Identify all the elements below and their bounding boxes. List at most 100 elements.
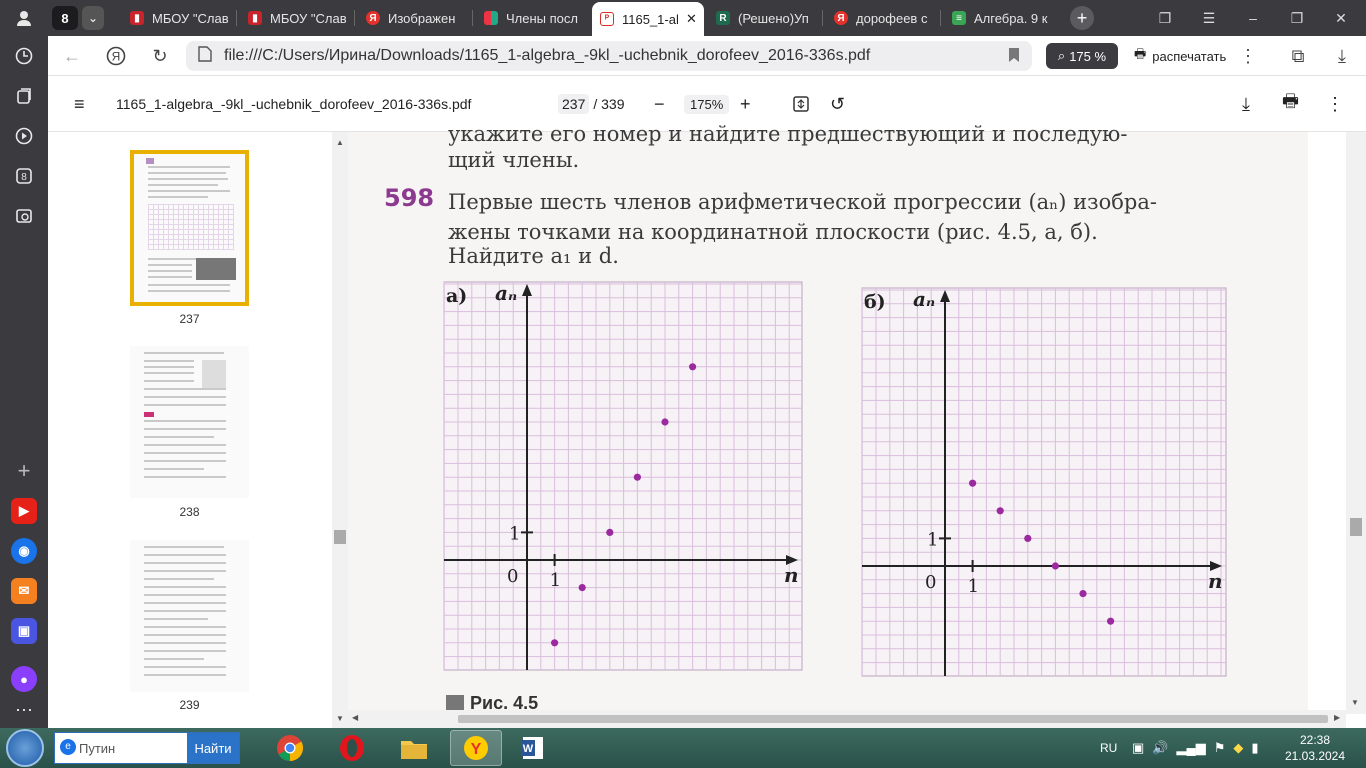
- volume-icon[interactable]: 🔊: [1152, 740, 1168, 756]
- data-point: [996, 507, 1004, 515]
- tab-label: дорофеев с: [856, 10, 928, 26]
- figure-marker-icon: [446, 695, 464, 711]
- tab-label: Алгебра. 9 к: [974, 10, 1048, 26]
- menu-icon[interactable]: ☰: [1196, 6, 1222, 30]
- print-label: распечатать: [1152, 48, 1227, 64]
- url-text: file:///C:/Users/Ирина/Downloads/1165_1-…: [224, 47, 871, 64]
- badge-8-icon[interactable]: 8: [8, 160, 40, 192]
- profile-icon[interactable]: [8, 2, 40, 34]
- svg-text:W: W: [523, 743, 534, 755]
- new-tab-button[interactable]: +: [1070, 6, 1094, 30]
- data-point: [551, 639, 559, 647]
- tab-count-badge[interactable]: 8: [52, 6, 78, 30]
- reload-icon[interactable]: ↻: [146, 42, 174, 70]
- page-text-line: щий члены.: [448, 148, 580, 172]
- bookmark-icon[interactable]: [1008, 47, 1020, 68]
- clock-date: 21.03.2024: [1284, 749, 1346, 763]
- data-point: [689, 363, 697, 371]
- flag-icon[interactable]: ⚑: [1214, 740, 1226, 756]
- horizontal-scrollbar[interactable]: ◀ ▶: [348, 710, 1346, 728]
- taskbar-search[interactable]: e Путин Найти: [54, 732, 240, 764]
- network-icon[interactable]: ◆: [1233, 740, 1243, 756]
- printer-icon: 🖶: [1134, 46, 1147, 61]
- pdf-more-icon[interactable]: ⋮: [1326, 76, 1344, 132]
- chrome-icon[interactable]: [264, 730, 316, 766]
- signal-icon[interactable]: ▂▄▆: [1176, 740, 1205, 756]
- system-clock[interactable]: 22:38 21.03.2024: [1280, 732, 1350, 764]
- yandex-browser-icon[interactable]: Y: [450, 730, 502, 766]
- mail-icon[interactable]: ✉: [11, 578, 37, 604]
- problem-number: 598: [384, 184, 435, 212]
- tab-mbou-1[interactable]: ▮ МБОУ "Слав: [122, 4, 234, 32]
- browser-app-icon[interactable]: ◉: [11, 538, 37, 564]
- problem-text-line: Найдите a₁ и d.: [448, 244, 619, 268]
- zoom-input[interactable]: 175%: [684, 94, 730, 114]
- book-icon: ≡: [952, 11, 966, 25]
- tab-solved[interactable]: R (Решено)Уп: [708, 4, 820, 32]
- more-icon[interactable]: ⋯: [8, 694, 40, 726]
- chart-panel-a: а) aₙ n 0 1 1: [443, 281, 803, 671]
- battery-icon[interactable]: ▮: [1251, 740, 1258, 756]
- tab-images[interactable]: Я Изображен: [358, 4, 470, 32]
- bookmark-red-icon: ▮: [130, 11, 144, 25]
- tab-mbou-2[interactable]: ▮ МБОУ "Слав: [240, 4, 352, 32]
- history-icon[interactable]: [8, 40, 40, 72]
- explorer-icon[interactable]: [388, 730, 440, 766]
- video-icon[interactable]: [8, 120, 40, 152]
- start-button[interactable]: [6, 729, 44, 767]
- data-point: [578, 584, 586, 592]
- tab-manager-icon[interactable]: ❐: [1152, 6, 1178, 30]
- data-point: [1051, 562, 1059, 570]
- thumbnail-page[interactable]: [130, 540, 249, 692]
- hamburger-icon[interactable]: ≡: [74, 76, 85, 132]
- tab-pdf-active[interactable]: ᴾ 1165_1-al ✕: [592, 2, 704, 36]
- language-indicator[interactable]: RU: [1100, 728, 1117, 768]
- thumbnail-page[interactable]: [130, 150, 249, 306]
- close-window-icon[interactable]: ✕: [1328, 6, 1354, 30]
- data-point: [1079, 590, 1087, 598]
- data-point: [661, 418, 669, 426]
- tray-icons[interactable]: ▣ 🔊 ▂▄▆ ⚑ ◆ ▮: [1132, 728, 1259, 768]
- download-icon[interactable]: ⤓: [1328, 42, 1356, 70]
- search-text[interactable]: Путин: [79, 741, 115, 756]
- windows-taskbar: e Путин Найти Y W RU ▣ 🔊 ▂▄▆ ⚑ ◆ ▮ 22:38…: [0, 728, 1366, 768]
- tab-algebra[interactable]: ≡ Алгебра. 9 к: [944, 4, 1062, 32]
- screenshot-icon[interactable]: [8, 200, 40, 232]
- add-icon[interactable]: +: [8, 455, 40, 487]
- tab-dorofeev[interactable]: Я дорофеев с: [826, 4, 938, 32]
- zoom-indicator[interactable]: ⌕ 175 %: [1046, 43, 1118, 69]
- tab-strip: 8 ⌄ ▮ МБОУ "Слав ▮ МБОУ "Слав Я Изображе…: [48, 0, 1366, 36]
- data-point: [1024, 534, 1032, 542]
- messenger-icon[interactable]: ▣: [11, 618, 37, 644]
- tray-app-icon[interactable]: ▣: [1132, 740, 1144, 756]
- yandex-logo-icon[interactable]: Я: [102, 42, 130, 70]
- back-icon[interactable]: ←: [58, 42, 86, 70]
- kebab-icon[interactable]: ⋮: [1234, 42, 1262, 70]
- vertical-scrollbar[interactable]: ▼: [1346, 132, 1366, 714]
- youtube-icon[interactable]: ▶: [11, 498, 37, 524]
- page-input[interactable]: 237: [558, 94, 590, 114]
- thumbnail-panel: 237 238 239: [48, 132, 332, 728]
- thumbnail-page[interactable]: [130, 346, 249, 498]
- word-icon[interactable]: W: [508, 730, 558, 766]
- print-button[interactable]: 🖶 распечатать: [1126, 43, 1234, 69]
- url-field[interactable]: file:///C:/Users/Ирина/Downloads/1165_1-…: [186, 41, 1032, 71]
- minimize-icon[interactable]: –: [1240, 6, 1266, 30]
- extensions-icon[interactable]: ⧉: [1284, 42, 1312, 70]
- tab-members[interactable]: Члены посл: [476, 4, 588, 32]
- collections-icon[interactable]: [8, 80, 40, 112]
- search-button[interactable]: Найти: [187, 733, 239, 763]
- restore-icon[interactable]: ❐: [1284, 6, 1310, 30]
- x-axis-label: n: [1208, 569, 1223, 593]
- close-icon[interactable]: ✕: [686, 11, 697, 27]
- scroll-thumb[interactable]: [458, 715, 1328, 723]
- alice-icon[interactable]: ●: [11, 666, 37, 692]
- opera-icon[interactable]: [326, 730, 378, 766]
- pdf-print-icon[interactable]: 🖶: [1282, 76, 1299, 132]
- panel-label: б): [864, 291, 886, 313]
- panel-divider[interactable]: ▲ ▼: [332, 132, 348, 728]
- panel-label: а): [446, 285, 467, 307]
- pdf-download-icon[interactable]: ⤓: [1242, 76, 1250, 132]
- chevron-down-icon[interactable]: ⌄: [82, 6, 104, 30]
- yandex-icon: Я: [366, 11, 380, 25]
